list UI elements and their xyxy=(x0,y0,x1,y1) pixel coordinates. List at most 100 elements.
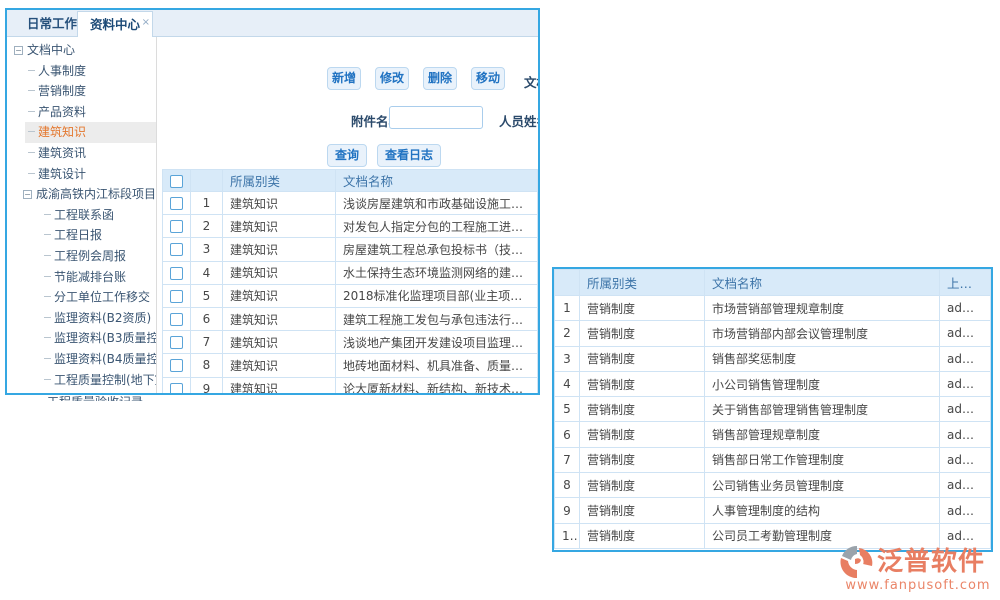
fanpu-logo: 泛普软件 www.fanpusoft.com xyxy=(839,544,997,592)
cell-category: 营销制度 xyxy=(580,321,705,346)
row-checkbox[interactable] xyxy=(170,336,183,349)
tab-data-center[interactable]: 资料中心 × xyxy=(77,11,153,39)
cell-doc-name: 小公司销售管理制度 xyxy=(705,371,940,396)
table-row[interactable]: 2 营销制度 市场营销部内部会议管理制度 admin xyxy=(555,321,991,346)
table-row[interactable]: 7 建筑知识 浅谈地产集团开发建设项目监理规划编... xyxy=(163,331,538,354)
sidebar-tree-item[interactable]: −工程联系函 xyxy=(7,205,156,226)
doc-category-label: 文档类别： xyxy=(524,72,540,91)
marketing-docs-window: 所属别类 文档名称 上传... 1 营销制度 市场营销部管理规章制度 admin… xyxy=(552,267,993,552)
row-checkbox[interactable] xyxy=(170,243,183,256)
sidebar-tree-item[interactable]: −监理资料(B4质量控制) xyxy=(7,349,156,370)
row-checkbox[interactable] xyxy=(170,197,183,210)
cell-uploader: admin xyxy=(940,371,991,396)
sidebar-tree-item[interactable]: −监理资料(B3质量控制) xyxy=(7,328,156,349)
row-number: 4 xyxy=(191,261,223,284)
cell-category: 营销制度 xyxy=(580,422,705,447)
row-checkbox[interactable] xyxy=(170,359,183,372)
table-row[interactable]: 4 营销制度 小公司销售管理制度 admin xyxy=(555,371,991,396)
sidebar-tree-item[interactable]: −人事制度 xyxy=(7,61,156,82)
row-number: 3 xyxy=(191,238,223,261)
tree-item-label: 建筑设计 xyxy=(38,167,86,181)
cell-doc-name: 水土保持生态环境监测网络的建设与资... xyxy=(336,261,538,284)
tree-item-label: 监理资料(B4质量控制) xyxy=(54,352,157,366)
table-row[interactable]: 9 营销制度 人事管理制度的结构 admin xyxy=(555,498,991,523)
sidebar-tree-item[interactable]: −文档中心 xyxy=(7,40,156,61)
row-number-header xyxy=(191,170,223,192)
person-name-label: 人员姓名： xyxy=(499,111,540,130)
table-row[interactable]: 3 建筑知识 房屋建筑工程总承包投标书（技术标）... xyxy=(163,238,538,261)
sidebar-tree-item[interactable]: −工程日报 xyxy=(7,225,156,246)
cell-category: 建筑知识 xyxy=(223,377,336,393)
cell-doc-name: 浅谈地产集团开发建设项目监理规划编... xyxy=(336,331,538,354)
view-log-button[interactable]: 查看日志 xyxy=(377,144,441,167)
collapse-icon[interactable]: − xyxy=(14,46,23,55)
sidebar-tree-item[interactable]: −成渝高铁内江标段项目 xyxy=(7,184,156,205)
sidebar-tree-item[interactable]: −监理资料(B2资质) xyxy=(7,308,156,329)
cell-uploader: admin xyxy=(940,447,991,472)
table-row[interactable]: 5 营销制度 关于销售部管理销售管理制度 admin xyxy=(555,397,991,422)
tree-item-label: 营销制度 xyxy=(38,84,86,98)
row-checkbox[interactable] xyxy=(170,383,183,393)
query-button[interactable]: 查询 xyxy=(327,144,367,167)
table-row[interactable]: 8 营销制度 公司销售业务员管理制度 admin xyxy=(555,473,991,498)
tree-item-label: 监理资料(B3质量控制) xyxy=(54,331,157,345)
select-all-checkbox[interactable] xyxy=(170,175,183,188)
close-icon[interactable]: × xyxy=(142,10,150,36)
cell-doc-name: 关于销售部管理销售管理制度 xyxy=(705,397,940,422)
cell-uploader: admin xyxy=(940,296,991,321)
row-checkbox[interactable] xyxy=(170,220,183,233)
fanpu-logo-text: 泛普软件 xyxy=(877,547,985,577)
cell-category: 营销制度 xyxy=(580,371,705,396)
fanpu-logo-icon xyxy=(839,544,875,580)
attachment-name-input[interactable] xyxy=(389,106,483,129)
cell-doc-name: 房屋建筑工程总承包投标书（技术标）... xyxy=(336,238,538,261)
sidebar-tree-item[interactable]: −分工单位工作移交 xyxy=(7,287,156,308)
cell-doc-name: 市场营销部内部会议管理制度 xyxy=(705,321,940,346)
table-row[interactable]: 5 建筑知识 2018标准化监理项目部(业主项目部)人员... xyxy=(163,284,538,307)
delete-button[interactable]: 删除 xyxy=(423,67,457,90)
table-row[interactable]: 3 营销制度 销售部奖惩制度 admin xyxy=(555,346,991,371)
cell-category: 建筑知识 xyxy=(223,284,336,307)
sidebar-tree-item[interactable]: −建筑知识 xyxy=(7,122,156,143)
move-button[interactable]: 移动 xyxy=(471,67,505,90)
row-checkbox[interactable] xyxy=(170,313,183,326)
table-row[interactable]: 6 建筑知识 建筑工程施工发包与承包违法行为认定... xyxy=(163,307,538,330)
row-checkbox[interactable] xyxy=(170,290,183,303)
tree-item-label: 工程日报 xyxy=(54,228,102,242)
cell-doc-name: 论大厦新材料、新结构、新技术，新工... xyxy=(336,377,538,393)
table-row[interactable]: 6 营销制度 销售部管理规章制度 admin xyxy=(555,422,991,447)
sidebar-tree-item[interactable]: −建筑资讯 xyxy=(7,143,156,164)
cell-category: 营销制度 xyxy=(580,473,705,498)
table-row[interactable]: 1 营销制度 市场营销部管理规章制度 admin xyxy=(555,296,991,321)
category-sidebar: −文档中心 −人事制度 −营销制度 −产品资料 −建筑知识 −建筑资讯 −建筑设… xyxy=(7,37,157,393)
add-button[interactable]: 新增 xyxy=(327,67,361,90)
collapse-icon[interactable]: − xyxy=(23,190,32,199)
cell-category: 营销制度 xyxy=(580,397,705,422)
sidebar-tree-item[interactable]: −营销制度 xyxy=(7,81,156,102)
cell-doc-name: 人事管理制度的结构 xyxy=(705,498,940,523)
cell-doc-name: 销售部管理规章制度 xyxy=(705,422,940,447)
table-row[interactable]: 2 建筑知识 对发包人指定分包的工程施工进度安排... xyxy=(163,215,538,238)
page-canvas: 日常工作 资料中心 × −文档中心 −人事制度 −营销制度 −产品资料 −建筑知… xyxy=(0,0,1000,600)
row-number: 1 xyxy=(555,296,580,321)
sidebar-tree-item[interactable]: −建筑设计 xyxy=(7,164,156,185)
table-row[interactable]: 4 建筑知识 水土保持生态环境监测网络的建设与资... xyxy=(163,261,538,284)
tree-item-label: 工程例会周报 xyxy=(54,249,126,263)
table-row[interactable]: 8 建筑知识 地砖地面材料、机具准备、质量要求及... xyxy=(163,354,538,377)
row-number: 4 xyxy=(555,371,580,396)
tree-item-label: 成渝高铁内江标段项目 xyxy=(36,187,156,201)
row-number: 2 xyxy=(191,215,223,238)
sidebar-tree-item[interactable]: −工程质量控制(地下室) xyxy=(7,370,156,391)
row-checkbox[interactable] xyxy=(170,267,183,280)
cell-category: 建筑知识 xyxy=(223,354,336,377)
table-row[interactable]: 7 营销制度 销售部日常工作管理制度 admin xyxy=(555,447,991,472)
sidebar-tree-item[interactable]: −产品资料 xyxy=(7,102,156,123)
edit-button[interactable]: 修改 xyxy=(375,67,409,90)
table-row[interactable]: 1 建筑知识 浅谈房屋建筑和市政基础设施工程施工... xyxy=(163,192,538,215)
tree-branch-line xyxy=(44,296,51,297)
table-row[interactable]: 9 建筑知识 论大厦新材料、新结构、新技术，新工... xyxy=(163,377,538,393)
row-number: 5 xyxy=(191,284,223,307)
sidebar-tree-item[interactable]: −工程例会周报 xyxy=(7,246,156,267)
cell-doc-name: 销售部日常工作管理制度 xyxy=(705,447,940,472)
sidebar-tree-item[interactable]: −节能减排台账 xyxy=(7,267,156,288)
